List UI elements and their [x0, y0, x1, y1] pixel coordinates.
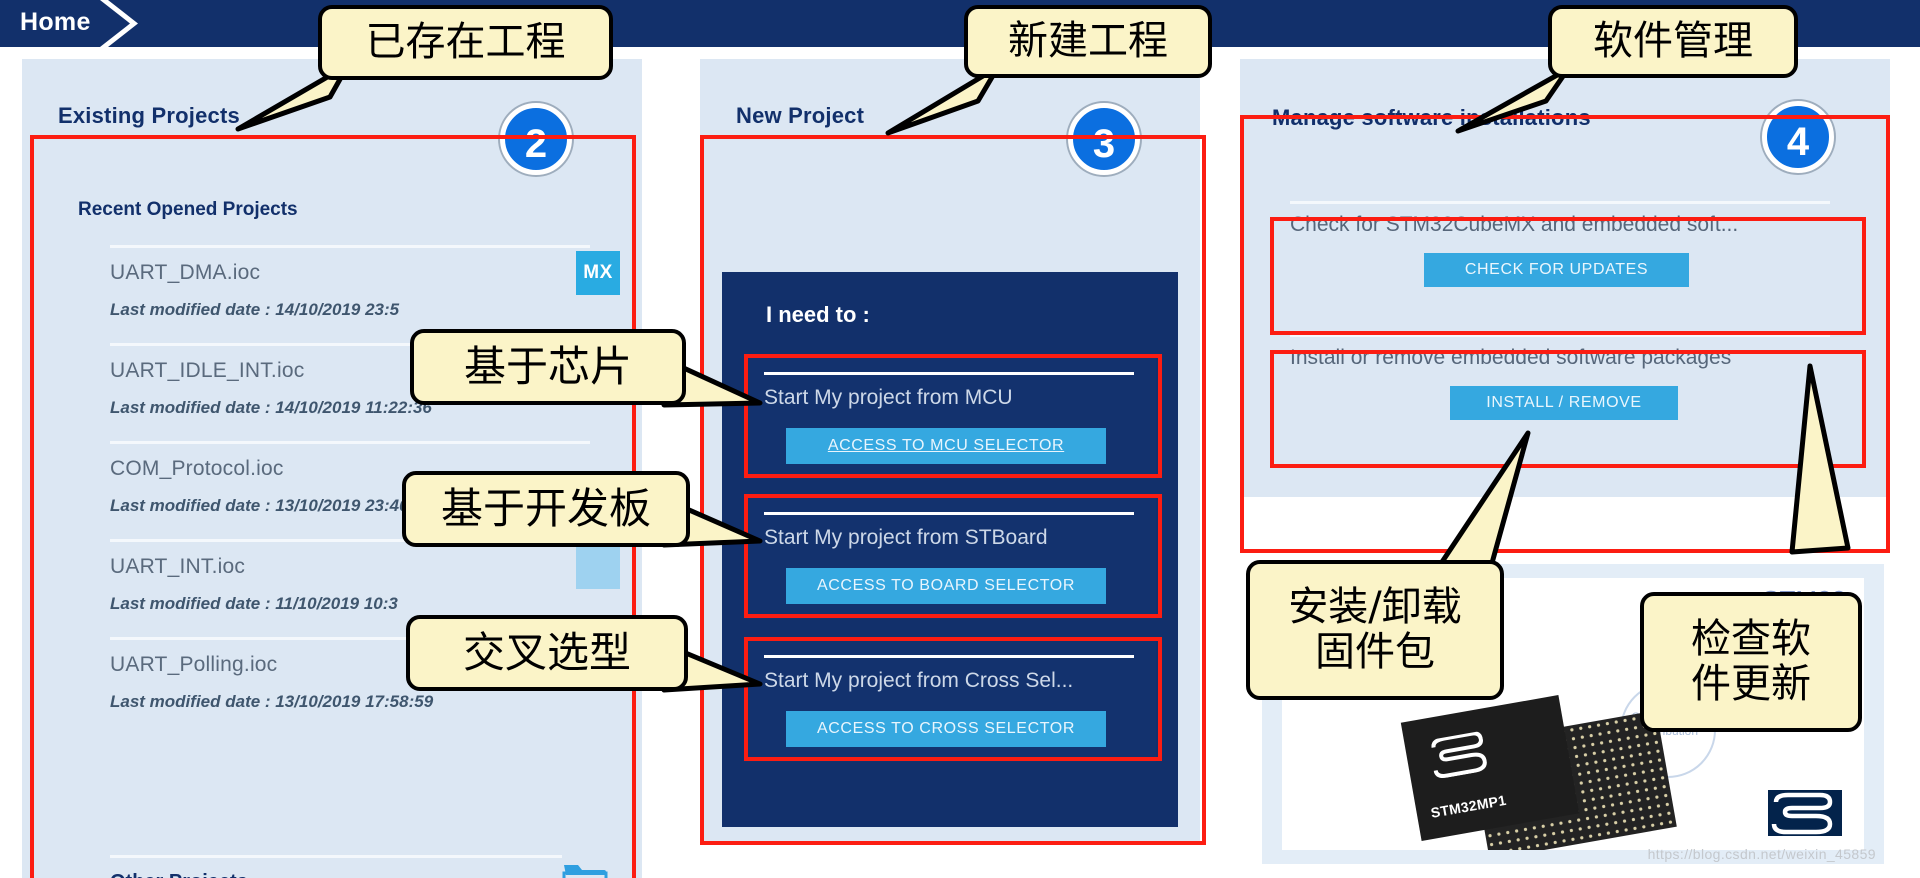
project-date: Last modified date : 11/10/2019 10:3 [110, 594, 398, 613]
callout-check-update-line2: 件更新 [1691, 661, 1811, 707]
check-updates-text: Check for STM32CubeMX and embedded soft.… [1290, 213, 1739, 236]
access-to-cross-selector-button[interactable]: ACCESS TO CROSS SELECTOR [786, 711, 1106, 747]
project-name[interactable]: UART_INT.ioc [110, 555, 245, 579]
cubemx-badge [576, 545, 620, 589]
callout-tail-install-remove [1437, 430, 1531, 568]
project-date: Last modified date : 14/10/2019 11:22:36 [110, 398, 432, 417]
list-separator [110, 245, 590, 248]
folder-search-icon[interactable] [562, 859, 608, 878]
project-name[interactable]: COM_Protocol.ioc [110, 457, 284, 481]
breadcrumb-home[interactable]: Home [20, 8, 91, 37]
recent-opened-projects-label: Recent Opened Projects [78, 199, 298, 220]
project-name[interactable]: UART_DMA.ioc [110, 261, 260, 285]
item-rule [764, 512, 1134, 515]
item-rule [764, 655, 1134, 658]
start-from-cross-text: Start My project from Cross Sel... [764, 669, 1074, 692]
card-rule [1290, 334, 1830, 337]
project-name[interactable]: UART_IDLE_INT.ioc [110, 359, 304, 383]
item-rule [764, 372, 1134, 375]
breadcrumb-chevron-icon [100, 0, 148, 47]
cubemx-badge: MX [576, 251, 620, 295]
existing-projects-panel: Existing Projects 2 Recent Opened Projec… [22, 59, 642, 878]
callout-cross-select: 交叉选型 [406, 615, 688, 691]
st-logo-icon [1431, 731, 1487, 778]
project-date: Last modified date : 14/10/2019 23:5 [110, 300, 400, 319]
i-need-to-label: I need to : [766, 302, 870, 327]
callout-from-board: 基于开发板 [402, 471, 690, 547]
start-from-board-text: Start My project from STBoard [764, 526, 1048, 549]
new-project-title: New Project [736, 103, 865, 128]
callout-existing-projects: 已存在工程 [318, 5, 613, 80]
i-need-to-card: I need to : Start My project from MCU AC… [722, 272, 1178, 827]
install-remove-text: Install or remove embedded software pack… [1290, 346, 1732, 369]
list-separator [110, 441, 590, 444]
access-to-mcu-selector-button[interactable]: ACCESS TO MCU SELECTOR [786, 428, 1106, 464]
start-from-mcu-text: Start My project from MCU [764, 386, 1013, 409]
other-projects-label[interactable]: Other Projects [110, 871, 248, 878]
card-rule [1290, 201, 1830, 204]
callout-install-remove-line1: 安装/卸载 [1288, 584, 1462, 631]
callout-install-remove-line2: 固件包 [1315, 629, 1435, 675]
chip-label: STM32MP1 [1429, 791, 1508, 821]
st-logo-icon [1768, 790, 1842, 836]
other-projects-separator [110, 855, 562, 858]
existing-projects-title: Existing Projects [58, 103, 240, 128]
callout-install-remove: 安装/卸载 固件包 [1246, 560, 1504, 700]
start-from-board-item[interactable]: Start My project from STBoard ACCESS TO … [744, 494, 1156, 619]
callout-tail-check-update [1789, 363, 1851, 555]
app-root: Home Existing Projects 2 Recent Opened P… [0, 0, 1920, 878]
callout-from-mcu: 基于芯片 [410, 329, 686, 405]
page-body: Existing Projects 2 Recent Opened Projec… [0, 5, 1920, 878]
step-badge-4: 4 [1762, 101, 1834, 173]
project-name[interactable]: UART_Polling.ioc [110, 653, 277, 677]
access-to-board-selector-button[interactable]: ACCESS TO BOARD SELECTOR [786, 568, 1106, 604]
callout-new-project: 新建工程 [964, 5, 1212, 78]
project-date: Last modified date : 13/10/2019 23:40:44 [110, 496, 434, 515]
callout-check-update: 检查软 件更新 [1640, 592, 1862, 732]
start-from-mcu-item[interactable]: Start My project from MCU ACCESS TO MCU … [744, 354, 1156, 479]
step-badge-2: 2 [500, 103, 572, 175]
check-updates-card[interactable]: Check for STM32CubeMX and embedded soft.… [1270, 191, 1860, 303]
watermark-text: https://blog.csdn.net/weixin_45859 [1647, 846, 1876, 862]
check-for-updates-button[interactable]: CHECK FOR UPDATES [1424, 253, 1689, 287]
callout-software-manage: 软件管理 [1548, 5, 1798, 78]
start-from-cross-item[interactable]: Start My project from Cross Sel... ACCES… [744, 637, 1156, 762]
install-remove-button[interactable]: INSTALL / REMOVE [1450, 386, 1678, 420]
project-date: Last modified date : 13/10/2019 17:58:59 [110, 692, 434, 711]
callout-check-update-line1: 检查软 [1691, 616, 1811, 663]
step-badge-3: 3 [1068, 103, 1140, 175]
